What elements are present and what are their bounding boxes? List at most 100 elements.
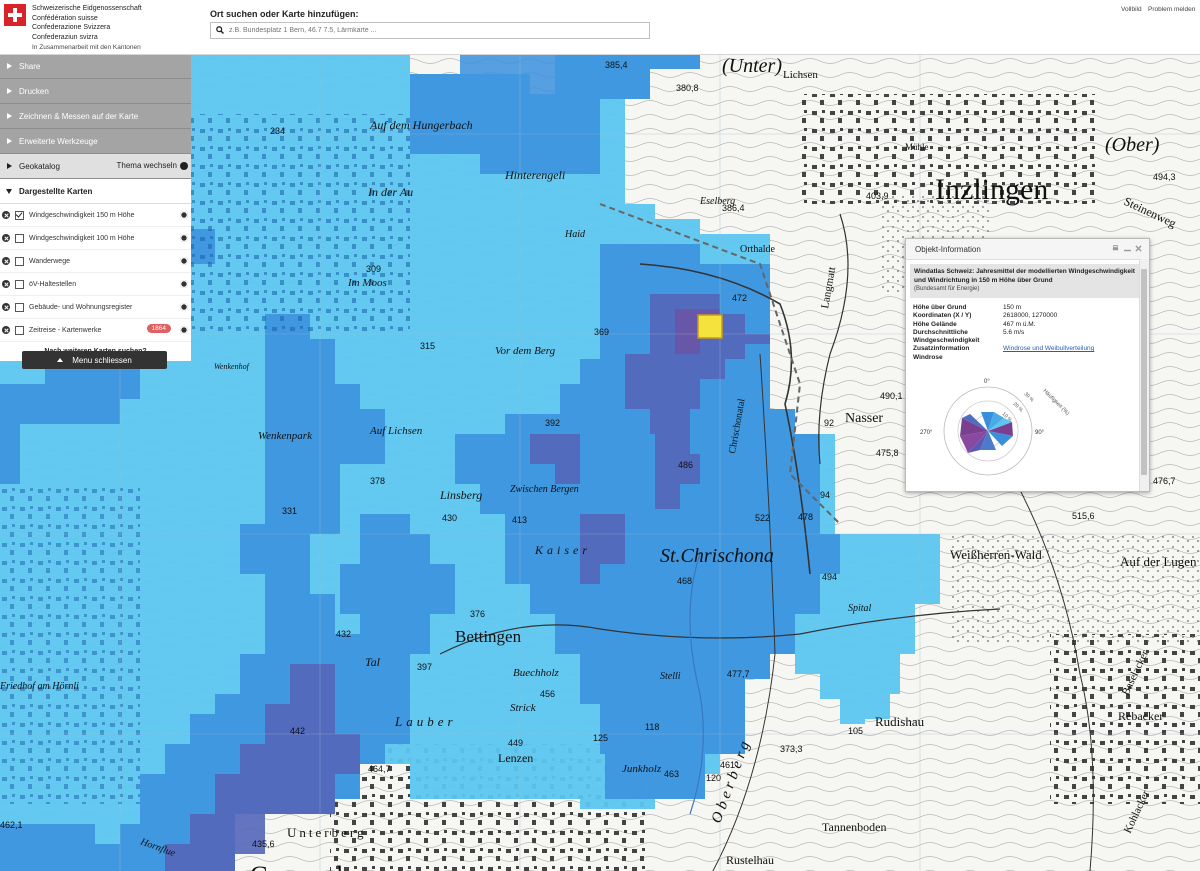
remove-layer-icon[interactable] bbox=[2, 280, 10, 288]
gear-icon[interactable] bbox=[180, 234, 188, 242]
layer-checkbox[interactable] bbox=[15, 279, 24, 289]
info-key: Windrose bbox=[913, 353, 943, 361]
report-problem-link[interactable]: Problem melden bbox=[1148, 6, 1195, 13]
top-header: Schweizerische Eidgenossenschaft Confédé… bbox=[0, 0, 1200, 55]
menu-item-draw-measure[interactable]: Zeichnen & Messen auf der Karte bbox=[0, 104, 191, 129]
federal-logo[interactable]: Schweizerische Eidgenossenschaft Confédé… bbox=[4, 4, 189, 52]
height-label: 478 bbox=[798, 512, 813, 522]
layer-row[interactable]: Gebäude- und Wohnungsregister bbox=[0, 296, 191, 319]
height-label: 442 bbox=[290, 726, 305, 736]
layer-checkbox[interactable] bbox=[15, 256, 24, 266]
fullscreen-link[interactable]: Vollbild bbox=[1121, 6, 1142, 13]
menu-item-advanced-tools[interactable]: Erweiterte Werkzeuge bbox=[0, 129, 191, 154]
gear-icon[interactable] bbox=[180, 280, 188, 288]
selected-cell-marker[interactable] bbox=[697, 314, 723, 339]
menu-item-print[interactable]: Drucken bbox=[0, 79, 191, 104]
search-box[interactable] bbox=[210, 22, 650, 39]
map-label-spital: Spital bbox=[848, 603, 872, 614]
layer-row[interactable]: Windgeschwindigkeit 100 m Höhe bbox=[0, 227, 191, 250]
info-row: Höhe Gelände 467 m ü.M. bbox=[913, 321, 1149, 329]
map-label-ober: (Ober) bbox=[1105, 134, 1160, 156]
layer-row[interactable]: Zeitreise - Kartenwerke 1864 bbox=[0, 319, 191, 342]
print-icon[interactable] bbox=[1112, 245, 1119, 252]
wind-overlay-buildings bbox=[190, 114, 410, 334]
org-tagline: In Zusammenarbeit mit den Kantonen bbox=[32, 44, 141, 51]
height-label: 468 bbox=[677, 576, 692, 586]
remove-layer-icon[interactable] bbox=[2, 234, 10, 242]
map-label-wenkenhof: Wenkenhof bbox=[214, 362, 251, 371]
map-label-wenkenpark: Wenkenpark bbox=[258, 430, 313, 442]
height-label: 515,6 bbox=[1072, 511, 1095, 521]
menu-item-label: Zeichnen & Messen auf der Karte bbox=[19, 111, 139, 121]
map-label-lenzen: Lenzen bbox=[498, 751, 533, 765]
height-label: 120 bbox=[706, 773, 721, 783]
map-label-lichsen: Lichsen bbox=[783, 69, 818, 81]
info-row: Höhe über Grund 150 m bbox=[913, 304, 1149, 312]
remove-layer-icon[interactable] bbox=[2, 211, 10, 219]
height-label: 413 bbox=[512, 515, 527, 525]
close-icon[interactable] bbox=[1135, 245, 1142, 252]
height-label: 234 bbox=[270, 126, 285, 136]
height-label: 378 bbox=[370, 476, 385, 486]
year-badge[interactable]: 1864 bbox=[146, 324, 171, 333]
layer-checkbox[interactable] bbox=[15, 302, 24, 312]
gear-icon[interactable] bbox=[180, 303, 188, 311]
remove-layer-icon[interactable] bbox=[2, 326, 10, 334]
layers-header[interactable]: Dargestellte Karten bbox=[0, 179, 191, 204]
search-icon[interactable] bbox=[216, 26, 224, 34]
close-menu-button[interactable]: Menu schliessen bbox=[22, 351, 167, 369]
minimize-icon[interactable] bbox=[1124, 245, 1131, 252]
height-label: 522 bbox=[755, 513, 770, 523]
info-key: Windgeschwindigkeit bbox=[913, 337, 980, 345]
map-label-in-der-au: In der Au bbox=[367, 185, 413, 199]
height-label: 472 bbox=[732, 293, 747, 303]
map-label-auf-der-lugen: Auf der Lugen bbox=[1120, 554, 1197, 569]
height-label: 118 bbox=[645, 722, 659, 732]
remove-layer-icon[interactable] bbox=[2, 303, 10, 311]
height-label: 94 bbox=[820, 490, 830, 500]
layer-row[interactable]: Windgeschwindigkeit 150 m Höhe bbox=[0, 204, 191, 227]
menu-item-geokatalog[interactable]: Geokatalog Thema wechseln bbox=[0, 154, 191, 179]
chevron-right-icon bbox=[7, 138, 12, 144]
gear-icon[interactable] bbox=[180, 326, 188, 334]
menu-item-share[interactable]: Share bbox=[0, 54, 191, 79]
height-label: 386,4 bbox=[722, 203, 745, 213]
theme-switch-button[interactable]: Thema wechseln bbox=[117, 161, 177, 170]
map-label-auf-lichsen: Auf Lichsen bbox=[369, 425, 423, 437]
gear-icon[interactable] bbox=[180, 211, 188, 219]
org-line: Confédération suisse bbox=[32, 14, 98, 22]
height-label: 403,9 bbox=[866, 191, 889, 201]
map-label-friedhof: Friedhof am Hörnli bbox=[0, 681, 79, 692]
layer-checkbox[interactable] bbox=[15, 233, 24, 243]
layer-label: Windgeschwindigkeit 100 m Höhe bbox=[29, 234, 135, 242]
height-label: 475,8 bbox=[876, 448, 899, 458]
layer-panel: Dargestellte Karten Windgeschwindigkeit … bbox=[0, 179, 191, 361]
info-key: Koordinaten (X / Y) bbox=[913, 312, 972, 320]
layer-checkbox[interactable] bbox=[15, 210, 24, 220]
map-label-im-moos: Im Moos bbox=[347, 277, 387, 289]
layer-row[interactable]: öV-Haltestellen bbox=[0, 273, 191, 296]
scrollbar-thumb[interactable] bbox=[1141, 269, 1147, 475]
search-input[interactable] bbox=[229, 24, 639, 37]
info-row: Durchschnittliche 5.6 m/s bbox=[913, 329, 1149, 337]
height-label: 380,8 bbox=[676, 83, 699, 93]
windrose-link[interactable]: Windrose und Weibullverteilung bbox=[1003, 345, 1094, 352]
layer-checkbox[interactable] bbox=[15, 325, 24, 335]
arrow-circle-icon[interactable] bbox=[180, 162, 188, 170]
layer-row[interactable]: Wanderwege bbox=[0, 250, 191, 273]
height-label: 369 bbox=[594, 327, 609, 337]
map-label-muehle: Mühle bbox=[905, 142, 929, 152]
info-key: Zusatzinformation bbox=[913, 345, 970, 353]
info-row: Windgeschwindigkeit bbox=[913, 337, 1149, 345]
gear-icon[interactable] bbox=[180, 257, 188, 265]
info-value: 5.6 m/s bbox=[1003, 328, 1025, 336]
info-key: Durchschnittliche bbox=[913, 328, 968, 336]
popup-scrollbar[interactable] bbox=[1139, 259, 1149, 491]
map-label-rustelhau: Rustelhau bbox=[726, 853, 774, 867]
height-label: 490,1 bbox=[880, 391, 903, 401]
chevron-right-icon bbox=[7, 63, 12, 69]
swiss-flag-icon bbox=[4, 4, 26, 26]
remove-layer-icon[interactable] bbox=[2, 257, 10, 265]
org-line: Confederaziun svizra bbox=[32, 33, 98, 41]
map-label-tal: Tal bbox=[365, 655, 381, 669]
